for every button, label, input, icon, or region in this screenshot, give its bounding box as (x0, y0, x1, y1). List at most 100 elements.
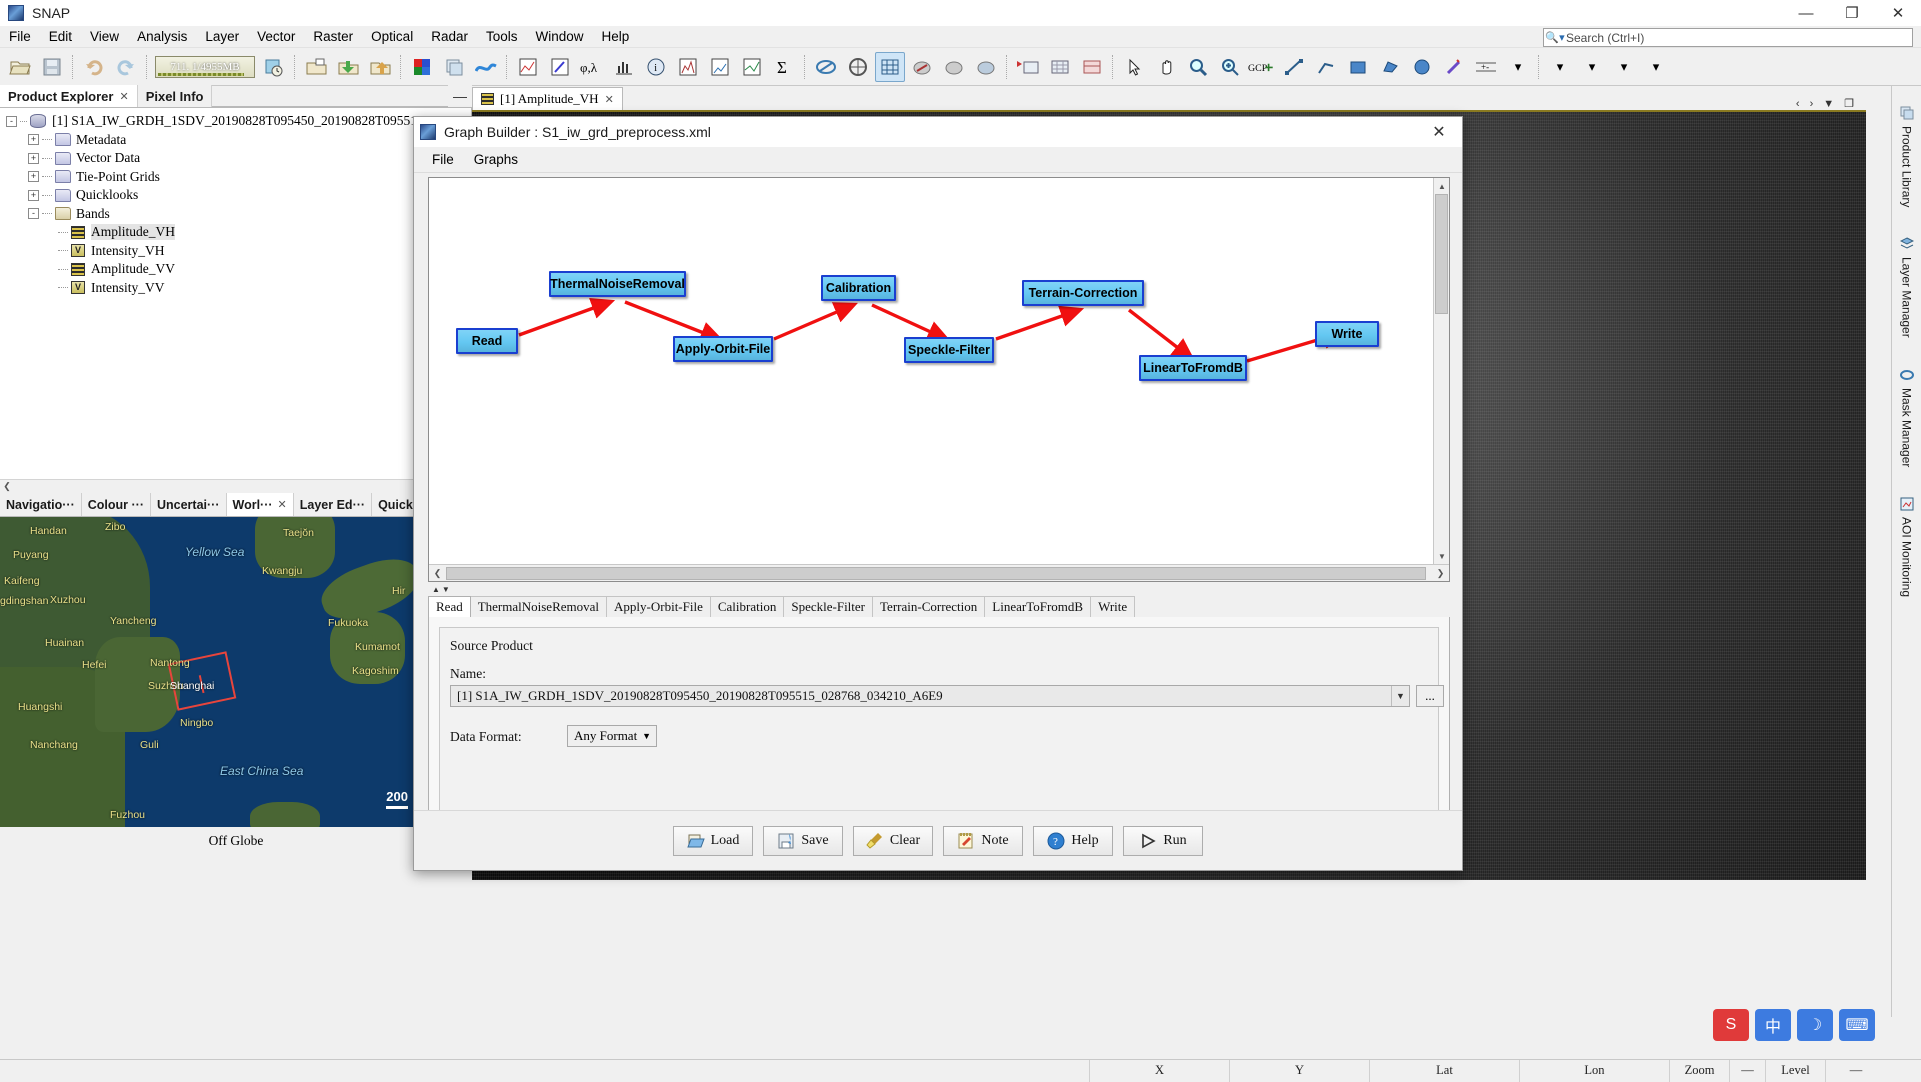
zoom-all-icon[interactable] (1215, 52, 1245, 82)
ime-mode-icon[interactable]: ☽ (1797, 1009, 1833, 1041)
undo-icon[interactable] (79, 52, 109, 82)
information-icon[interactable]: i (641, 52, 671, 82)
vtab-aoi-monitoring[interactable]: AOI Monitoring (1898, 491, 1916, 603)
graph-node-terrain-correction[interactable]: Terrain-Correction (1022, 280, 1144, 306)
expand-toggle-icon[interactable]: + (28, 189, 39, 201)
graph-node-speckle-filter[interactable]: Speckle-Filter (904, 337, 994, 363)
toolbar-overflow-icon[interactable]: ▾ (1503, 52, 1533, 82)
tab-amplitude-vh[interactable]: [1] Amplitude_VH ✕ (472, 87, 623, 110)
tree-horizontal-scrollbar[interactable]: ❮ (0, 479, 471, 493)
graph-canvas[interactable]: Read ThermalNoiseRemoval Apply-Orbit-Fil… (429, 178, 1433, 564)
tab-pixel-info[interactable]: Pixel Info (137, 85, 213, 107)
maximize-button[interactable]: ❐ (1829, 0, 1875, 26)
expand-toggle-icon[interactable]: + (28, 134, 39, 146)
ellipse-icon[interactable] (1407, 52, 1437, 82)
menu-optical[interactable]: Optical (362, 27, 422, 46)
menu-view[interactable]: View (81, 27, 128, 46)
polyline-icon[interactable] (1311, 52, 1341, 82)
scroll-tabs-right-icon[interactable]: › (1810, 98, 1814, 110)
graticule-icon[interactable] (875, 51, 905, 82)
close-icon[interactable]: ✕ (278, 498, 287, 511)
ime-keyboard-icon[interactable]: ⌨ (1839, 1009, 1875, 1041)
tree-row-amplitude-vv[interactable]: Amplitude_VV (6, 260, 471, 279)
tab-calibration[interactable]: Calibration (709, 596, 785, 617)
tab-terrain-correction[interactable]: Terrain-Correction (872, 596, 986, 617)
tree-row-quicklooks[interactable]: + Quicklooks (6, 186, 471, 205)
rectangle-icon[interactable] (1343, 52, 1373, 82)
magic-wand-icon[interactable] (1439, 52, 1469, 82)
scroll-down-icon[interactable]: ▼ (1434, 548, 1449, 564)
tree-row-tie-point-grids[interactable]: + Tie-Point Grids (6, 168, 471, 187)
help-button[interactable]: ? Help (1033, 825, 1113, 856)
menu-file[interactable]: File (0, 27, 40, 46)
menu-tools[interactable]: Tools (477, 27, 527, 46)
profile-plot-icon[interactable] (513, 52, 543, 82)
scroll-right-icon[interactable]: ❯ (1432, 568, 1449, 579)
vtab-mask-manager[interactable]: Mask Manager (1898, 362, 1916, 473)
tab-navigation[interactable]: Navigatio··· (0, 493, 82, 516)
toolbar-more-1-icon[interactable]: ▾ (1545, 52, 1575, 82)
source-product-combo[interactable]: [1] S1A_IW_GRDH_1SDV_20190828T095450_201… (450, 685, 1410, 707)
graph-node-read[interactable]: Read (456, 328, 518, 354)
tab-uncertainty[interactable]: Uncertai··· (151, 493, 227, 516)
reopen-product-icon[interactable] (259, 52, 289, 82)
tab-layer-editor[interactable]: Layer Ed··· (294, 493, 373, 516)
toolbar-more-4-icon[interactable]: ▾ (1641, 52, 1671, 82)
data-format-combo[interactable]: Any Format ▼ (567, 725, 657, 747)
horizontal-scroll-thumb[interactable] (446, 567, 1426, 580)
chevron-down-icon[interactable]: ▼ (1391, 686, 1409, 706)
vtab-product-library[interactable]: Product Library (1898, 100, 1916, 213)
menu-layer[interactable]: Layer (196, 27, 248, 46)
vtab-layer-manager[interactable]: Layer Manager (1898, 231, 1916, 344)
open-product-icon[interactable] (5, 52, 35, 82)
browse-product-button[interactable]: ... (1416, 685, 1444, 707)
graph-node-write[interactable]: Write (1315, 321, 1379, 347)
line-icon[interactable] (1279, 52, 1309, 82)
scroll-up-icon[interactable]: ▲ (1434, 178, 1449, 194)
scroll-left-icon[interactable]: ❮ (0, 481, 14, 492)
maximize-editor-icon[interactable]: ❐ (1844, 97, 1854, 110)
graph-node-apply-orbit-file[interactable]: Apply-Orbit-File (673, 336, 773, 362)
sum-icon[interactable]: Σ (769, 52, 799, 82)
run-button[interactable]: Run (1123, 825, 1203, 856)
gcp-manager-icon[interactable] (1077, 52, 1107, 82)
dialog-title-bar[interactable]: Graph Builder : S1_iw_grd_preprocess.xml… (414, 117, 1462, 147)
selection-icon[interactable] (1119, 52, 1149, 82)
tab-list-icon[interactable]: ▼ (1823, 98, 1834, 110)
tab-write[interactable]: Write (1090, 596, 1136, 617)
menu-help[interactable]: Help (593, 27, 639, 46)
expand-toggle-icon[interactable]: + (28, 171, 39, 183)
tab-world-map[interactable]: Worl··· ✕ (226, 493, 294, 516)
rgb-image-icon[interactable] (407, 52, 437, 82)
tree-row-intensity-vh[interactable]: Intensity_VH (6, 242, 471, 261)
clear-button[interactable]: Clear (853, 825, 933, 856)
statistics-icon[interactable] (673, 52, 703, 82)
profile-icon[interactable] (737, 52, 767, 82)
close-button[interactable]: ✕ (1875, 0, 1921, 26)
product-library-icon[interactable] (439, 52, 469, 82)
tree-row-product[interactable]: - [1] S1A_IW_GRDH_1SDV_20190828T095450_2… (6, 112, 471, 131)
expand-toggle-icon[interactable]: + (28, 152, 39, 164)
range-finder-icon[interactable]: +- (1471, 52, 1501, 82)
toolbar-more-3-icon[interactable]: ▾ (1609, 52, 1639, 82)
phase-icon[interactable]: φ,λ (577, 52, 607, 82)
tab-colour-manipulation[interactable]: Colour ··· (82, 493, 151, 516)
pan-icon[interactable] (1151, 52, 1181, 82)
minimize-button[interactable]: — (1783, 0, 1829, 26)
scroll-left-icon[interactable]: ❮ (429, 568, 446, 579)
tree-row-intensity-vv[interactable]: Intensity_VV (6, 279, 471, 298)
product-tree[interactable]: - [1] S1A_IW_GRDH_1SDV_20190828T095450_2… (0, 108, 472, 493)
geo-coding-icon[interactable] (843, 52, 873, 82)
note-button[interactable]: Note (943, 825, 1023, 856)
world-map-view[interactable]: Handan Zibo Taejŏn Puyang Yellow Sea Kwa… (0, 517, 414, 827)
vertical-scroll-thumb[interactable] (1435, 194, 1448, 314)
toolbar-more-2-icon[interactable]: ▾ (1577, 52, 1607, 82)
subset-icon[interactable] (301, 52, 331, 82)
tab-read[interactable]: Read (428, 596, 471, 617)
export-icon[interactable] (365, 52, 395, 82)
pin-manager-icon[interactable] (1013, 52, 1043, 82)
tab-product-explorer[interactable]: Product Explorer ✕ (0, 85, 138, 107)
gcp-tool-icon[interactable]: GCP (1247, 52, 1277, 82)
scroll-tabs-left-icon[interactable]: ‹ (1796, 98, 1800, 110)
no-data-icon[interactable] (907, 52, 937, 82)
